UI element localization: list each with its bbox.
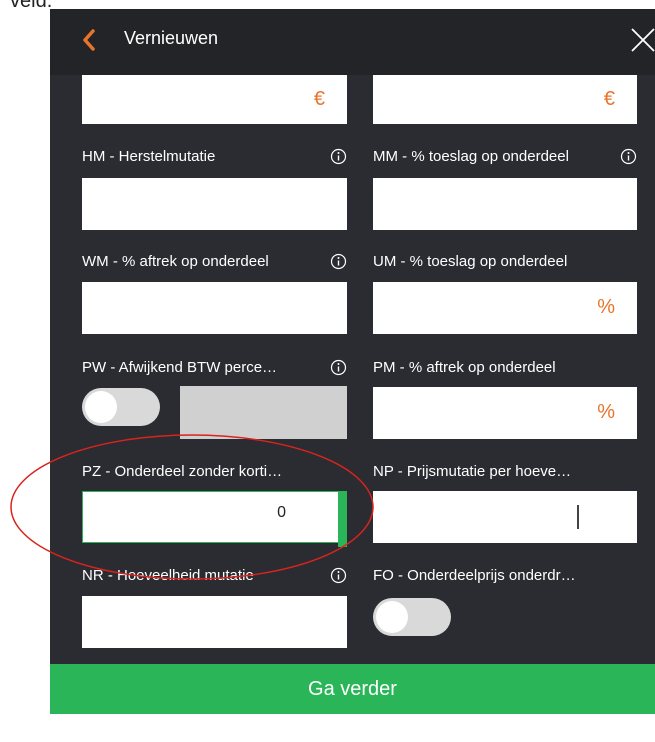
close-icon[interactable] [628, 25, 655, 55]
toggle-knob [376, 601, 408, 633]
info-icon[interactable] [330, 148, 347, 165]
mm-label: MM - % toeslag op onderdeel [373, 148, 569, 165]
toggle-knob [85, 391, 117, 423]
pw-label: PW - Afwijkend BTW perce… [82, 359, 278, 376]
fo-label: FO - Onderdeelprijs onderdr… [373, 567, 576, 584]
wm-label: WM - % aftrek op onderdeel [82, 253, 269, 270]
amount-input-right[interactable]: € [373, 75, 637, 124]
dialog-header: Vernieuwen [50, 9, 655, 75]
euro-suffix: € [313, 87, 325, 110]
amount-input-left[interactable]: € [82, 75, 347, 124]
um-label: UM - % toeslag op onderdeel [373, 253, 568, 270]
pz-input-value: 0 [277, 504, 286, 521]
nr-label: NR - Hoeveelheid mutatie [82, 567, 254, 584]
top-text: veld. [10, 0, 53, 12]
nr-input[interactable] [82, 596, 347, 648]
text-caret [577, 505, 579, 529]
percent-suffix: % [597, 296, 615, 319]
mm-input[interactable] [373, 178, 637, 230]
vernieuwen-dialog: Vernieuwen € € HM - Herstelmutatie MM - … [50, 9, 655, 714]
um-input[interactable]: % [373, 282, 637, 334]
focus-indicator [338, 491, 347, 547]
info-icon[interactable] [620, 148, 637, 165]
pz-label: PZ - Onderdeel zonder korti… [82, 463, 283, 480]
euro-suffix: € [603, 87, 615, 110]
back-chevron-icon[interactable] [78, 25, 100, 55]
info-icon[interactable] [330, 359, 347, 376]
np-input[interactable] [373, 491, 637, 543]
pw-input-disabled [180, 386, 347, 439]
dialog-title: Vernieuwen [124, 28, 219, 48]
wm-input[interactable] [82, 282, 347, 334]
percent-suffix: % [597, 401, 615, 424]
pz-input[interactable]: 0 [82, 491, 347, 547]
hm-label: HM - Herstelmutatie [82, 148, 216, 165]
fo-toggle[interactable] [373, 598, 451, 636]
pw-toggle[interactable] [82, 388, 160, 426]
continue-button[interactable]: Ga verder [50, 664, 655, 714]
hm-input[interactable] [82, 178, 347, 230]
np-label: NP - Prijsmutatie per hoeve… [373, 463, 572, 480]
info-icon[interactable] [330, 567, 347, 584]
info-icon[interactable] [330, 253, 347, 270]
pm-label: PM - % aftrek op onderdeel [373, 359, 556, 376]
pm-input[interactable]: % [373, 387, 637, 439]
